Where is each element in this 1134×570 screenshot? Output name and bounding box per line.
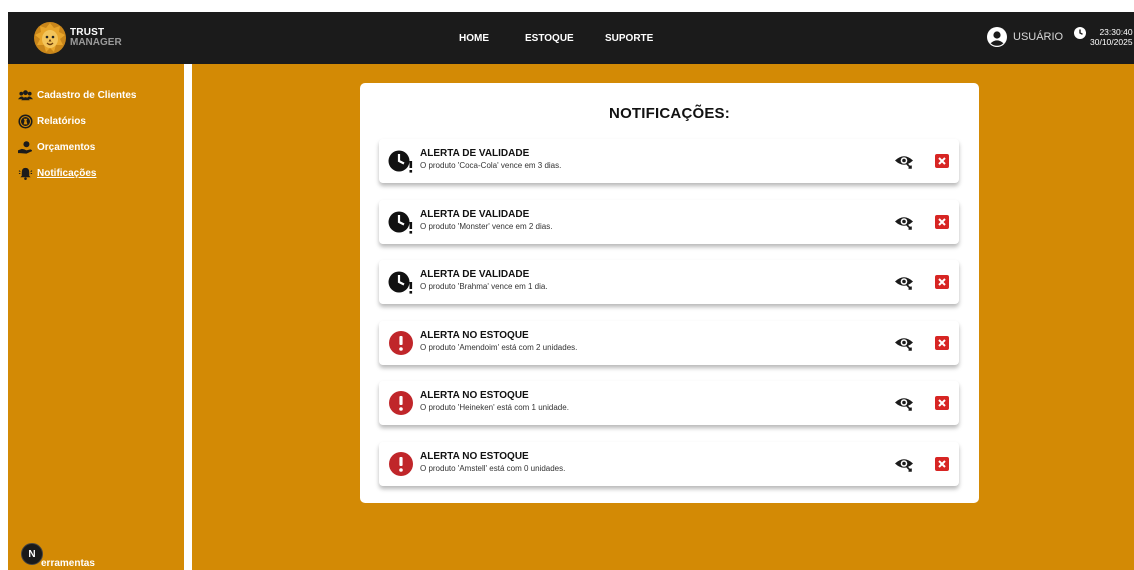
view-notification-icon[interactable]	[894, 393, 914, 413]
view-notification-icon[interactable]	[894, 212, 914, 232]
close-icon	[938, 459, 946, 468]
clock-alert-icon	[388, 211, 413, 234]
clock-date: 30/10/2025	[1090, 37, 1133, 47]
dismiss-notification-button[interactable]	[935, 456, 949, 471]
top-header: TRUST MANAGER HOME ESTOQUE SUPORTE USUÁR…	[8, 12, 1134, 64]
clock-alert-icon	[388, 150, 413, 173]
notification-title: ALERTA DE VALIDADE	[420, 148, 530, 159]
clock-alert-icon	[388, 148, 414, 174]
hand-coin-icon	[18, 141, 33, 154]
dismiss-notification-button[interactable]	[935, 396, 949, 410]
sidebar-divider	[184, 64, 192, 570]
notification-title: ALERTA DE VALIDADE	[420, 208, 530, 220]
view-notification-icon[interactable]	[894, 454, 914, 474]
view-notification-icon[interactable]	[894, 272, 914, 292]
main-nav: HOME ESTOQUE SUPORTE	[8, 12, 1134, 64]
notification-message: O produto 'Monster' vence em 2 dias.	[420, 221, 553, 231]
nav-home[interactable]: HOME	[459, 33, 489, 44]
notification-card-6: ALERTA NO ESTOQUE O produto 'Amstell' es…	[379, 441, 959, 486]
coin-icon	[18, 114, 33, 129]
eye-icon	[895, 337, 913, 351]
notification-title: ALERTA NO ESTOQUE	[420, 390, 529, 401]
view-notification-icon[interactable]	[894, 333, 914, 353]
close-icon	[938, 338, 946, 347]
page-title: NOTIFICAÇÕES:	[609, 105, 730, 122]
eye-icon	[895, 458, 913, 472]
close-icon	[938, 278, 946, 286]
users-icon	[18, 90, 33, 101]
eye-icon	[895, 156, 913, 169]
notification-card-4: ALERTA NO ESTOQUE O produto 'Amendoim' e…	[379, 320, 959, 365]
notification-message: O produto 'Brahma' vence em 1 dia.	[420, 282, 548, 291]
clock-widget: 23:30:40 30/10/2025	[1074, 27, 1133, 47]
notification-message: O produto 'Amstell' está com 0 unidades.	[420, 463, 566, 473]
close-icon	[938, 217, 946, 226]
notification-message: O produto 'Heineken' está com 1 unidade.	[420, 403, 569, 412]
sidebar-tools-label[interactable]: erramentas	[41, 558, 95, 569]
clock-alert-icon	[388, 271, 413, 294]
sidebar-item-label: Orçamentos	[37, 142, 96, 153]
notification-card-3: ALERTA DE VALIDADE O produto 'Brahma' ve…	[379, 260, 959, 304]
sidebar-item-label: Notificações	[37, 168, 97, 179]
notification-title: ALERTA NO ESTOQUE	[420, 450, 529, 462]
eye-icon	[895, 216, 913, 230]
exclamation-circle-icon	[389, 451, 413, 476]
dismiss-notification-button[interactable]	[935, 154, 949, 168]
close-icon	[938, 399, 946, 407]
clock-icon	[1074, 27, 1086, 39]
sidebar: Cadastro de Clientes Relatórios Orçament…	[8, 64, 182, 570]
nav-estoque[interactable]: ESTOQUE	[525, 33, 574, 44]
notification-card-5: ALERTA NO ESTOQUE O produto 'Heineken' e…	[379, 381, 959, 425]
eye-icon	[895, 277, 913, 290]
clock-alert-icon	[388, 209, 414, 235]
notification-card-1: ALERTA DE VALIDADE O produto 'Coca-Cola'…	[379, 139, 959, 183]
notification-title: ALERTA NO ESTOQUE	[420, 329, 529, 341]
sidebar-item-label: Relatórios	[37, 116, 86, 127]
sidebar-item-clientes[interactable]: Cadastro de Clientes	[18, 88, 136, 103]
eye-icon	[895, 398, 913, 411]
view-notification-icon[interactable]	[894, 151, 914, 171]
dismiss-notification-button[interactable]	[935, 335, 949, 350]
exclamation-circle-icon	[389, 391, 413, 415]
exclamation-circle-icon	[388, 451, 414, 477]
sidebar-item-label: Cadastro de Clientes	[37, 90, 137, 101]
dismiss-notification-button[interactable]	[935, 214, 949, 229]
sidebar-item-notificacoes[interactable]: Notificações	[18, 166, 96, 181]
floating-n-button[interactable]: N	[21, 543, 43, 565]
sidebar-item-orcamentos[interactable]: Orçamentos	[18, 140, 95, 155]
user-menu[interactable]: USUÁRIO	[987, 27, 1063, 47]
sidebar-item-relatorios[interactable]: Relatórios	[18, 114, 86, 129]
exclamation-circle-icon	[388, 390, 414, 416]
nav-suporte[interactable]: SUPORTE	[605, 33, 653, 44]
user-avatar-icon	[987, 27, 1007, 47]
notification-message: O produto 'Amendoim' está com 2 unidades…	[420, 342, 578, 352]
bell-icon	[18, 167, 33, 180]
notifications-panel: NOTIFICAÇÕES: ALERTA DE VALIDADE O produ…	[360, 83, 979, 503]
app-frame: TRUST MANAGER HOME ESTOQUE SUPORTE USUÁR…	[8, 12, 1134, 570]
close-icon	[938, 157, 946, 165]
notification-card-2: ALERTA DE VALIDADE O produto 'Monster' v…	[379, 199, 959, 244]
user-label: USUÁRIO	[1013, 31, 1064, 43]
exclamation-circle-icon	[388, 330, 414, 356]
dismiss-notification-button[interactable]	[935, 275, 949, 289]
exclamation-circle-icon	[389, 330, 413, 355]
clock-time: 23:30:40	[1099, 27, 1133, 37]
clock-alert-icon	[388, 269, 414, 295]
notification-title: ALERTA DE VALIDADE	[420, 269, 530, 280]
notification-message: O produto 'Coca-Cola' vence em 3 dias.	[420, 161, 562, 170]
